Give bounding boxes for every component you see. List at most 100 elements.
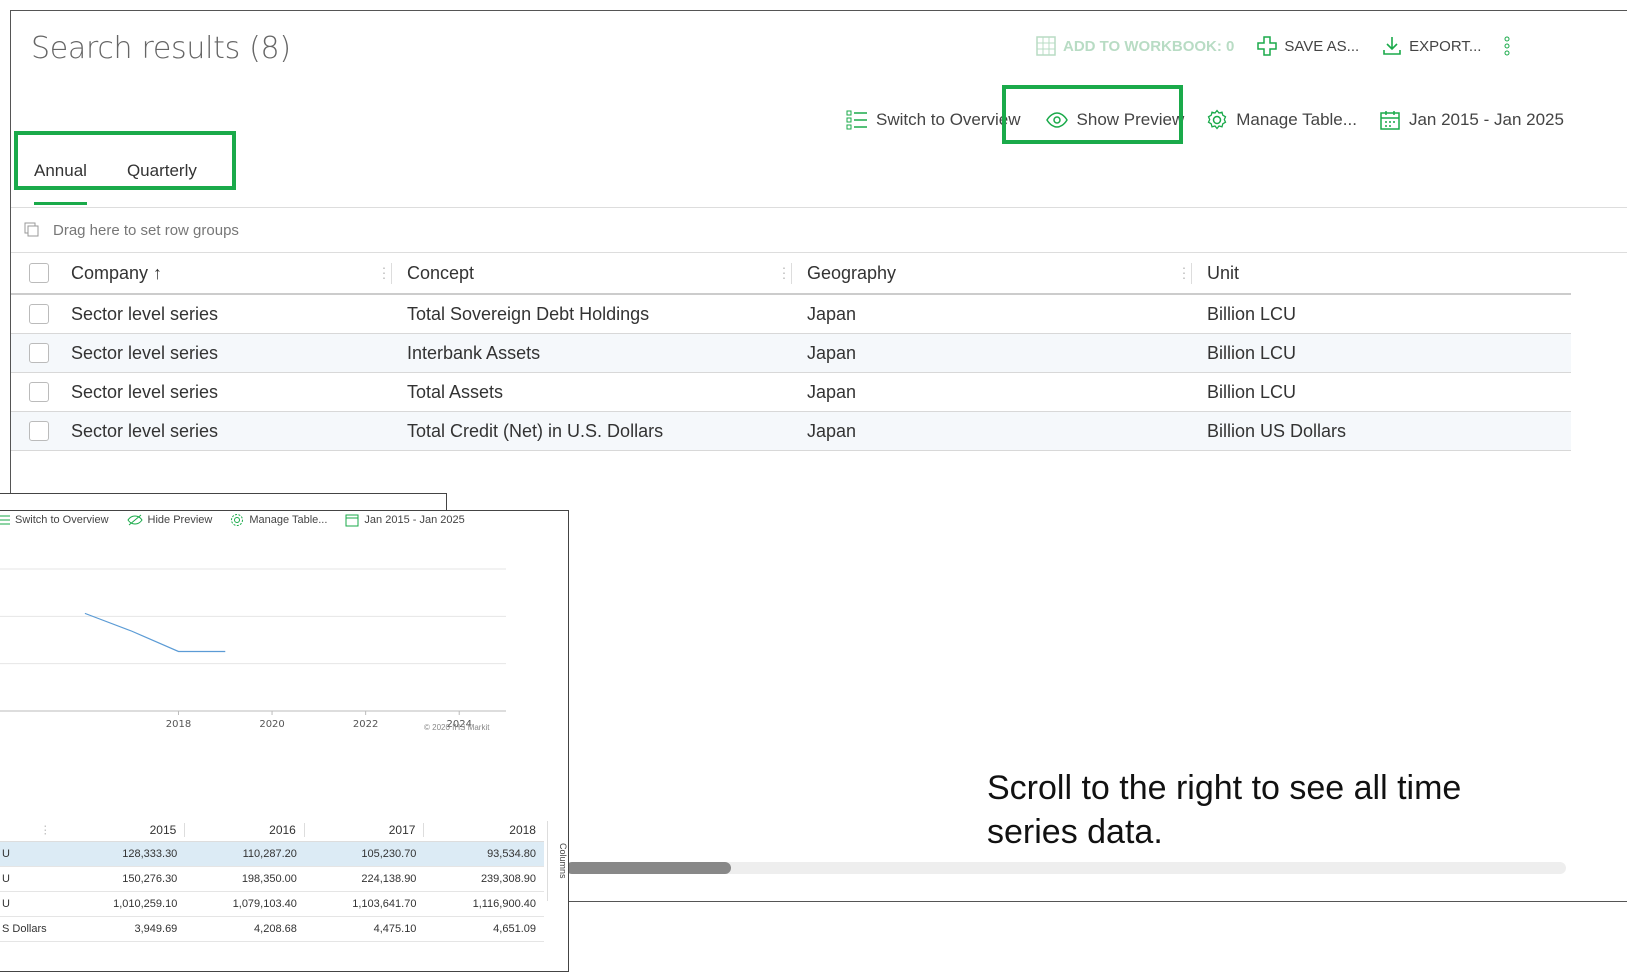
switch-overview-label: Switch to Overview: [876, 110, 1021, 129]
preview-switch-overview-label: Switch to Overview: [15, 514, 109, 526]
preview-cell-value: 1,010,259.10: [113, 898, 178, 910]
date-range-button[interactable]: Jan 2015 - Jan 2025: [1379, 109, 1564, 131]
preview-cell-value: 105,230.70: [361, 848, 417, 860]
preview-manage-table-button[interactable]: Manage Table...: [230, 513, 327, 527]
preview-cell-value: 110,287.20: [242, 848, 297, 860]
preview-cell-unit: U: [2, 898, 10, 910]
top-toolbar: ADD TO WORKBOOK: 0 SAVE AS... EXPORT...: [1035, 35, 1539, 57]
preview-cell-value: 1,116,900.40: [472, 898, 536, 910]
table-row[interactable]: Sector level series Total Sovereign Debt…: [11, 295, 1571, 334]
grid-header-row: Company ↑ ⋮ Concept ⋮ Geography ⋮ Unit: [11, 253, 1571, 295]
cell-concept: Total Credit (Net) in U.S. Dollars: [407, 420, 664, 441]
cell-geography: Japan: [807, 342, 857, 363]
cell-concept: Interbank Assets: [407, 342, 541, 363]
column-header-concept-label: Concept: [407, 262, 475, 283]
table-icon: [1036, 36, 1056, 56]
scrollbar-thumb[interactable]: [566, 862, 731, 874]
series-line: [84, 612, 226, 653]
select-all-checkbox[interactable]: [29, 263, 49, 283]
preview-cell-value: 4,208.68: [254, 923, 297, 935]
switch-overview-button[interactable]: Switch to Overview: [846, 109, 1021, 131]
cell-unit: Billion LCU: [1207, 303, 1297, 324]
preview-table-row[interactable]: U 150,276.30 198,350.00 224,138.90 239,3…: [0, 867, 544, 892]
save-as-label: SAVE AS...: [1284, 37, 1360, 55]
preview-line-chart: 2018 2020 2022 2024: [0, 568, 506, 730]
year-header[interactable]: 2018: [424, 823, 544, 837]
gear-icon: [231, 514, 244, 526]
row-group-dropzone[interactable]: Drag here to set row groups: [11, 207, 1627, 253]
preview-switch-overview-button[interactable]: Switch to Overview: [0, 514, 109, 526]
row-checkbox[interactable]: [29, 304, 49, 324]
export-label: EXPORT...: [1409, 37, 1482, 55]
row-checkbox[interactable]: [29, 421, 49, 441]
column-menu-icon[interactable]: ⋮: [777, 265, 791, 282]
column-header-company-label: Company ↑: [71, 262, 163, 283]
preview-cell-value: 3,949.69: [134, 923, 178, 935]
preview-cell-value: 4,475.10: [373, 923, 417, 935]
manage-table-label: Manage Table...: [1236, 110, 1357, 129]
table-row[interactable]: Sector level series Total Credit (Net) i…: [11, 412, 1571, 451]
column-header-geography[interactable]: Geography ⋮: [791, 262, 1191, 284]
preview-table-row[interactable]: U 128,333.30 110,287.20 105,230.70 93,53…: [0, 842, 544, 867]
table-row[interactable]: Sector level series Interbank Assets Jap…: [11, 334, 1571, 373]
preview-cell-value: 4,651.09: [493, 923, 536, 935]
preview-toolbar: Switch to Overview Hide Preview Manage T…: [0, 513, 483, 527]
preview-cell-value: 239,308.90: [480, 873, 536, 885]
preview-data-table: ⋮ 2015 2016 2017 2018 U 128,333.30 110,2…: [0, 819, 544, 942]
table-row[interactable]: Sector level series Total Assets Japan B…: [11, 373, 1571, 412]
cell-unit: Billion LCU: [1207, 381, 1297, 402]
x-tick-label: 2022: [353, 719, 378, 730]
add-to-workbook-button[interactable]: ADD TO WORKBOOK: 0: [1035, 35, 1234, 57]
preview-columns-toggle[interactable]: Columns: [547, 821, 568, 901]
preview-manage-table-label: Manage Table...: [249, 514, 328, 526]
year-header[interactable]: 2015: [66, 823, 186, 837]
row-checkbox[interactable]: [29, 343, 49, 363]
column-menu-icon[interactable]: ⋮: [40, 824, 51, 837]
x-tick-label: 2020: [259, 719, 284, 730]
column-header-company[interactable]: Company ↑ ⋮: [71, 263, 391, 284]
preview-cell-value: 150,276.30: [122, 873, 178, 885]
view-toolbar: Switch to Overview Show Preview Manage T…: [846, 109, 1564, 131]
cell-company: Sector level series: [71, 381, 219, 402]
plus-icon: [1257, 36, 1278, 56]
save-as-button[interactable]: SAVE AS...: [1256, 35, 1359, 57]
page-title: Search results (8): [31, 31, 291, 66]
year-header[interactable]: 2016: [185, 823, 305, 837]
cell-unit: Billion LCU: [1207, 342, 1297, 363]
x-tick-label: 2018: [166, 719, 191, 730]
preview-cell-value: 1,079,103.40: [232, 898, 297, 910]
list-icon: [846, 110, 867, 130]
preview-cell-unit: U: [2, 848, 10, 860]
row-checkbox[interactable]: [29, 382, 49, 402]
column-header-concept[interactable]: Concept ⋮: [391, 262, 791, 284]
export-button[interactable]: EXPORT...: [1381, 35, 1481, 57]
year-header[interactable]: 2017: [305, 823, 425, 837]
cell-geography: Japan: [807, 303, 857, 324]
column-menu-icon[interactable]: ⋮: [377, 265, 391, 282]
hide-preview-button[interactable]: Hide Preview: [126, 514, 212, 526]
manage-table-button[interactable]: Manage Table...: [1206, 109, 1357, 131]
more-menu-button[interactable]: [1503, 35, 1517, 57]
preview-date-range-button[interactable]: Jan 2015 - Jan 2025: [345, 513, 465, 527]
row-group-placeholder: Drag here to set row groups: [53, 221, 239, 239]
preview-cell-unit: U: [2, 873, 10, 885]
preview-cell-value: 1,103,641.70: [352, 898, 417, 910]
tabs-highlight: [14, 131, 236, 190]
date-range-label: Jan 2015 - Jan 2025: [1408, 110, 1564, 129]
preview-window: Switch to Overview Hide Preview Manage T…: [0, 510, 569, 972]
column-header-unit[interactable]: Unit: [1191, 262, 1521, 284]
preview-date-range-label: Jan 2015 - Jan 2025: [364, 514, 465, 526]
preview-cell-value: 224,138.90: [361, 873, 417, 885]
cell-company: Sector level series: [71, 303, 219, 324]
calendar-icon: [1380, 111, 1400, 130]
preview-table-row[interactable]: U 1,010,259.10 1,079,103.40 1,103,641.70…: [0, 892, 544, 917]
horizontal-scrollbar[interactable]: [566, 862, 1566, 874]
chart-copyright: © 2020 IHS Markit: [424, 723, 490, 732]
cell-concept: Total Assets: [407, 381, 504, 402]
column-menu-icon[interactable]: ⋮: [1177, 265, 1191, 282]
eye-slash-icon: [126, 514, 143, 526]
preview-cell-value: 128,333.30: [122, 848, 178, 860]
preview-table-row[interactable]: S Dollars 3,949.69 4,208.68 4,475.10 4,6…: [0, 917, 544, 942]
instruction-note: Scroll to the right to see all time seri…: [987, 769, 1462, 851]
preview-table-header: ⋮ 2015 2016 2017 2018: [0, 819, 544, 842]
